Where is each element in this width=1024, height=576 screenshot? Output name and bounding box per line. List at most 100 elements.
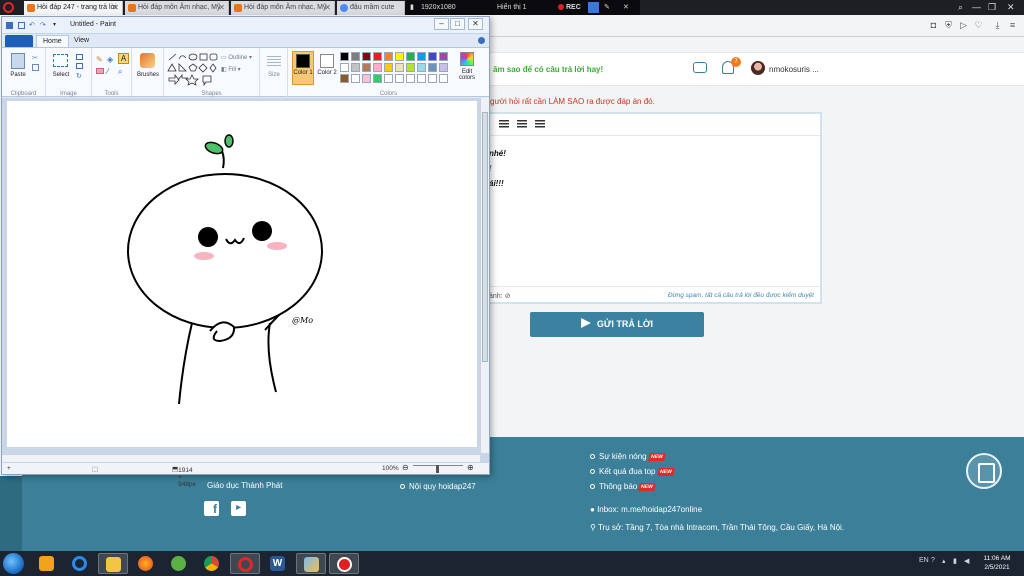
pen-icon[interactable]: ✎ bbox=[604, 0, 610, 15]
footer-link-announcements[interactable]: Thông báo NEW bbox=[590, 482, 656, 491]
taskbar-opera[interactable] bbox=[230, 553, 260, 574]
heart-icon[interactable]: ♡ bbox=[974, 21, 983, 30]
cut-icon[interactable]: ✂ bbox=[32, 54, 38, 62]
answer-editor[interactable]: nhé! ! ái!!! ảnh: ⊘ Đừng spam, tất cả câ… bbox=[487, 112, 822, 304]
palette-color-swatch[interactable] bbox=[362, 63, 371, 72]
help-tray-icon[interactable]: ? bbox=[931, 557, 935, 564]
align-right-icon[interactable] bbox=[517, 120, 527, 129]
play-icon[interactable]: ▷ bbox=[959, 21, 968, 30]
taskbar-file-explorer[interactable] bbox=[98, 553, 128, 574]
palette-color-swatch[interactable] bbox=[406, 63, 415, 72]
palette-color-swatch[interactable] bbox=[439, 74, 448, 83]
palette-color-swatch[interactable] bbox=[428, 74, 437, 83]
facebook-icon[interactable]: f bbox=[204, 501, 219, 516]
eraser-icon[interactable] bbox=[96, 68, 104, 74]
palette-color-swatch[interactable] bbox=[439, 63, 448, 72]
close-recorder-icon[interactable]: ✕ bbox=[623, 0, 629, 15]
fill-bucket-icon[interactable]: ◈ bbox=[107, 55, 113, 64]
header-promo-text[interactable]: ăm sao để có câu trả lời hay! bbox=[493, 65, 603, 74]
browser-tab-4[interactable]: đậu mầm cute bbox=[337, 1, 405, 15]
taskbar-internet-explorer[interactable] bbox=[65, 553, 95, 574]
palette-color-swatch[interactable] bbox=[351, 74, 360, 83]
palette-color-swatch[interactable] bbox=[406, 74, 415, 83]
taskbar-app-green[interactable] bbox=[164, 553, 194, 574]
search-tabs-icon[interactable]: ⌕ bbox=[958, 0, 963, 15]
paint-app-icon[interactable] bbox=[6, 22, 13, 29]
palette-color-swatch[interactable] bbox=[362, 52, 371, 61]
browser-tab-1[interactable]: Hỏi đáp 247 - trang trả lời ✕ bbox=[24, 1, 123, 15]
opera-logo-icon[interactable] bbox=[3, 2, 14, 13]
text-tool-icon[interactable]: A bbox=[118, 53, 129, 64]
footer-link-top-results[interactable]: Kết quả đua top NEW bbox=[590, 467, 675, 476]
paperclip-icon[interactable]: ⊘ bbox=[505, 293, 511, 300]
username[interactable]: nmokosuris ... bbox=[769, 65, 819, 74]
chat-icon[interactable] bbox=[693, 62, 707, 73]
palette-color-swatch[interactable] bbox=[373, 63, 382, 72]
palette-color-swatch[interactable] bbox=[373, 52, 382, 61]
footer-link-events[interactable]: Sự kiện nóng NEW bbox=[590, 452, 666, 461]
microphone-icon[interactable]: ▮ bbox=[410, 0, 414, 15]
pencil-icon[interactable]: ✎ bbox=[96, 55, 103, 64]
undo-icon[interactable]: ↶ bbox=[29, 22, 36, 29]
close-tab-icon[interactable]: ✕ bbox=[218, 1, 225, 15]
palette-color-swatch[interactable] bbox=[384, 63, 393, 72]
palette-color-swatch[interactable] bbox=[340, 63, 349, 72]
system-clock[interactable]: 11:06 AM 2/5/2021 bbox=[976, 554, 1018, 572]
crop-icon[interactable] bbox=[76, 54, 83, 60]
palette-color-swatch[interactable] bbox=[395, 63, 404, 72]
save-icon[interactable] bbox=[18, 22, 25, 29]
taskbar-paint[interactable] bbox=[296, 553, 326, 574]
align-center-icon[interactable] bbox=[499, 120, 509, 129]
help-icon[interactable] bbox=[478, 37, 485, 44]
brushes-icon[interactable] bbox=[140, 53, 155, 68]
palette-color-swatch[interactable] bbox=[428, 63, 437, 72]
palette-color-swatch[interactable] bbox=[417, 52, 426, 61]
palette-color-swatch[interactable] bbox=[384, 74, 393, 83]
paint-file-menu[interactable] bbox=[5, 35, 33, 47]
palette-color-swatch[interactable] bbox=[351, 63, 360, 72]
palette-color-swatch[interactable] bbox=[439, 52, 448, 61]
copy-icon[interactable] bbox=[32, 64, 39, 71]
zoom-in-icon[interactable]: ⊕ bbox=[467, 463, 474, 472]
tab-view[interactable]: View bbox=[68, 35, 95, 47]
paste-icon[interactable] bbox=[11, 53, 25, 69]
palette-color-swatch[interactable] bbox=[395, 74, 404, 83]
tray-expand-icon[interactable]: ▴ bbox=[942, 557, 946, 565]
palette-color-swatch[interactable] bbox=[373, 74, 382, 83]
palette-color-swatch[interactable] bbox=[384, 52, 393, 61]
shapes-gallery-icon[interactable] bbox=[167, 52, 219, 86]
vertical-scrollbar[interactable] bbox=[480, 98, 489, 453]
rec-button[interactable]: REC bbox=[558, 0, 581, 15]
start-button[interactable] bbox=[3, 553, 24, 574]
floating-question-button[interactable] bbox=[966, 453, 1002, 489]
download-icon[interactable]: ⤓ bbox=[993, 21, 1002, 30]
paint-maximize-icon[interactable]: □ bbox=[450, 18, 465, 30]
taskbar-media-player[interactable] bbox=[32, 553, 62, 574]
shield-icon[interactable]: ⛨ bbox=[944, 21, 953, 30]
restore-icon[interactable]: ❐ bbox=[988, 0, 996, 15]
redo-icon[interactable]: ↷ bbox=[40, 22, 47, 29]
close-window-icon[interactable]: ✕ bbox=[1007, 0, 1015, 15]
youtube-icon[interactable]: ▶ bbox=[231, 501, 246, 516]
palette-color-swatch[interactable] bbox=[417, 74, 426, 83]
rotate-icon[interactable]: ↻ bbox=[76, 72, 82, 80]
close-tab-icon[interactable]: ✕ bbox=[112, 1, 119, 15]
footer-inbox[interactable]: ● Inbox: m.me/hoidap247online bbox=[590, 505, 702, 514]
palette-color-swatch[interactable] bbox=[428, 52, 437, 61]
palette-color-swatch[interactable] bbox=[395, 52, 404, 61]
palette-color-swatch[interactable] bbox=[351, 52, 360, 61]
size-icon[interactable] bbox=[267, 56, 281, 66]
browser-tab-3[interactable]: Hỏi đáp môn Âm nhạc, Mỹ ✕ bbox=[231, 1, 335, 15]
network-icon[interactable]: ▮ bbox=[953, 557, 957, 565]
minimize-icon[interactable]: — bbox=[972, 0, 981, 15]
horizontal-scrollbar[interactable] bbox=[2, 454, 480, 462]
taskbar-word[interactable]: W bbox=[263, 553, 293, 574]
language-indicator[interactable]: EN bbox=[919, 557, 929, 564]
taskbar-firefox[interactable] bbox=[131, 553, 161, 574]
menu-icon[interactable]: ≡ bbox=[1008, 21, 1017, 30]
footer-rules-link[interactable]: Nội quy hoidap247 bbox=[400, 482, 476, 491]
select-icon[interactable] bbox=[53, 54, 68, 67]
color-picker-icon[interactable]: ⁄ bbox=[107, 67, 108, 76]
taskbar-screen-recorder[interactable] bbox=[329, 553, 359, 574]
outline-dropdown[interactable]: ▭ Outline ▾ bbox=[221, 54, 252, 61]
